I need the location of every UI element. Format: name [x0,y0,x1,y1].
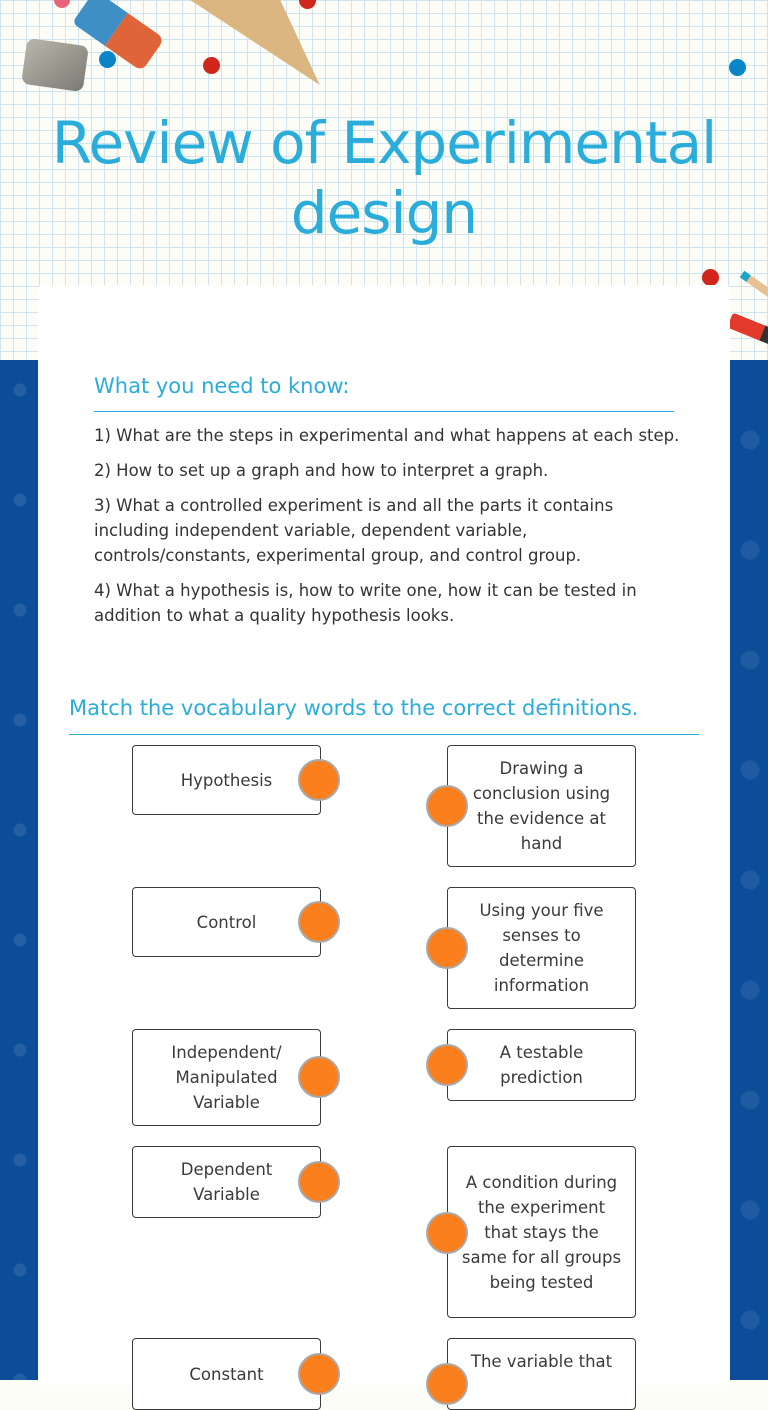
dot-decoration [729,59,746,76]
definition-connector-handle[interactable] [426,1212,468,1254]
term-label: Hypothesis [180,770,273,790]
definition-connector-handle[interactable] [426,1363,468,1405]
term-connector-handle[interactable] [298,901,340,943]
term-connector-handle[interactable] [298,1056,340,1098]
sharpener-icon [21,37,89,93]
know-list: 1) What are the steps in experimental an… [94,423,684,638]
term-independent-variable[interactable]: Independent/ Manipulated Variable [132,1029,321,1126]
definition-card[interactable]: The variable that [447,1338,636,1410]
definition-label: Using your five senses to determine info… [479,901,604,995]
definition-label: The variable that [470,1352,613,1371]
dot-decoration [203,57,220,74]
match-heading: Match the vocabulary words to the correc… [69,696,639,720]
dot-decoration [99,51,116,68]
term-label: Control [196,912,257,932]
know-heading: What you need to know: [94,374,350,398]
definition-connector-handle[interactable] [426,785,468,827]
definition-card[interactable]: A testable prediction [447,1029,636,1101]
dot-decoration [702,269,719,286]
term-constant[interactable]: Constant [132,1338,321,1410]
term-connector-handle[interactable] [298,1353,340,1395]
term-hypothesis[interactable]: Hypothesis [132,745,321,815]
know-item: 3) What a controlled experiment is and a… [94,496,614,565]
definition-card[interactable]: Drawing a conclusion using the evidence … [447,745,636,867]
know-item: 1) What are the steps in experimental an… [94,426,680,445]
definition-label: A condition during the experiment that s… [461,1172,622,1292]
term-connector-handle[interactable] [298,1161,340,1203]
term-control[interactable]: Control [132,887,321,957]
term-label: Constant [189,1364,264,1384]
know-item: 2) How to set up a graph and how to inte… [94,461,549,480]
page-title: Review of Experimental design [51,109,717,247]
definition-card[interactable]: A condition during the experiment that s… [447,1146,636,1318]
term-connector-handle[interactable] [298,759,340,801]
term-label: Dependent Variable [180,1160,273,1204]
term-dependent-variable[interactable]: Dependent Variable [132,1146,321,1218]
know-heading-divider [94,411,674,412]
definition-label: A testable prediction [499,1043,584,1087]
definition-card[interactable]: Using your five senses to determine info… [447,887,636,1009]
match-heading-divider [69,734,699,735]
definition-connector-handle[interactable] [426,927,468,969]
term-label: Independent/ Manipulated Variable [171,1043,282,1112]
know-item: 4) What a hypothesis is, how to write on… [94,581,637,625]
definition-label: Drawing a conclusion using the evidence … [472,759,611,853]
definition-connector-handle[interactable] [426,1044,468,1086]
